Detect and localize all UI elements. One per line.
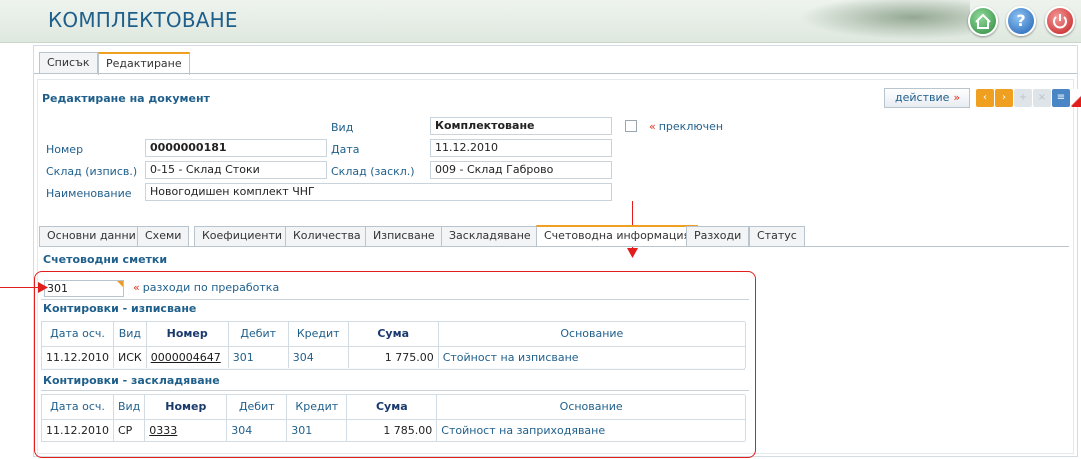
cell-number-link[interactable]: 0000004647 [146, 346, 229, 368]
outflow-table-wrap: Дата осч. Вид Номер Дебит Кредит Сума Ос… [41, 321, 747, 370]
section-separator [41, 299, 749, 300]
col-debit: Дебит [226, 395, 288, 420]
name-label: Наименование [46, 187, 132, 200]
action-button[interactable]: действие» [884, 88, 970, 108]
cell-debit: 301 [228, 346, 289, 368]
account-note-text: разходи по преработка [142, 281, 280, 294]
account-prefix: « [133, 281, 140, 294]
highlight-pointer-head [38, 282, 48, 293]
cell-reason: Стойност на заприходяване [436, 419, 746, 441]
inflow-table-wrap: Дата осч. Вид Номер Дебит Кредит Сума Ос… [41, 394, 746, 442]
type-field[interactable]: Комплектоване [430, 117, 612, 135]
warehouse-in-field[interactable]: 009 - Склад Габрово [430, 161, 612, 179]
app-title: КОМПЛЕКТОВАНЕ [48, 8, 238, 32]
tab-expenses[interactable]: Разходи [686, 226, 750, 246]
table-header-row: Дата осч. Вид Номер Дебит Кредит Сума Ос… [42, 322, 747, 347]
col-amount: Сума [348, 322, 439, 347]
action-arrow: » [953, 91, 961, 104]
cell-amount: 1 775.00 [348, 346, 439, 368]
warehouse-out-field[interactable]: 0-15 - Склад Стоки [145, 161, 327, 179]
tab-inflow[interactable]: Заскладяване [441, 226, 539, 246]
cell-credit: 304 [288, 346, 349, 368]
cell-amount: 1 785.00 [346, 419, 438, 441]
tab-list[interactable]: Списък [39, 52, 98, 74]
col-number: Номер [146, 322, 229, 347]
add-icon[interactable]: + [1014, 89, 1032, 107]
cell-reason: Стойност на изписване [438, 346, 747, 368]
warehouse-out-label: Склад (изписв.) [46, 165, 138, 178]
name-field[interactable]: Новогодишен комплект ЧНГ [145, 183, 612, 201]
accounts-title: Счетоводни сметки [43, 253, 168, 266]
col-date: Дата осч. [42, 395, 114, 420]
page-title: Редактиране на документ [42, 92, 210, 105]
sub-tabs: Основни данни Схеми Коефициенти Количест… [39, 225, 1069, 248]
number-label: Номер [46, 143, 84, 156]
delete-icon[interactable]: × [1033, 89, 1051, 107]
table-header-row: Дата осч. Вид Номер Дебит Кредит Сума Ос… [42, 395, 746, 420]
tab-divider [34, 73, 1077, 74]
cell-kind: ИСК [113, 346, 147, 368]
switched-checkbox[interactable] [625, 120, 637, 132]
account-note: «разходи по преработка [133, 281, 279, 294]
sub-tab-divider [39, 246, 1069, 247]
type-label: Вид [331, 121, 354, 134]
main-container: Списък Редактиране Редактиране на докуме… [33, 45, 1081, 458]
number-field[interactable]: 0000000181 [145, 139, 327, 157]
power-icon[interactable] [1045, 6, 1075, 36]
switched-label: преключен [658, 120, 724, 133]
switched-prefix: « [649, 120, 656, 133]
header-decoration [780, 0, 970, 43]
cell-credit: 301 [286, 419, 348, 441]
date-label: Дата [331, 143, 360, 156]
inflow-table: Дата осч. Вид Номер Дебит Кредит Сума Ос… [42, 395, 746, 441]
highlight-arrow-head [627, 248, 638, 258]
help-icon[interactable]: ? [1006, 6, 1036, 36]
col-date: Дата осч. [42, 322, 114, 347]
table-row[interactable]: 11.12.2010 СР 0333 304 301 1 785.00 Стой… [42, 419, 746, 441]
tab-quantities[interactable]: Количества [285, 226, 369, 246]
col-amount: Сума [346, 395, 438, 420]
app-header: КОМПЛЕКТОВАНЕ ? [0, 0, 1081, 43]
col-reason: Основание [438, 322, 747, 347]
cell-date: 11.12.2010 [42, 346, 114, 368]
date-field[interactable]: 11.12.2010 [430, 139, 612, 157]
section-separator [41, 390, 749, 391]
col-credit: Кредит [286, 395, 348, 420]
tab-edit[interactable]: Редактиране [98, 52, 190, 75]
cell-number-link[interactable]: 0333 [144, 419, 228, 441]
col-reason: Основание [436, 395, 746, 420]
cell-kind: СР [113, 419, 146, 441]
tab-coefficients[interactable]: Коефициенти [194, 226, 291, 246]
tab-status[interactable]: Статус [749, 226, 805, 246]
highlight-pointer-line [0, 287, 40, 288]
prev-icon[interactable]: ‹ [976, 89, 994, 107]
outflow-table: Дата осч. Вид Номер Дебит Кредит Сума Ос… [42, 322, 747, 368]
tab-accounting[interactable]: Счетоводна информация [536, 225, 699, 246]
col-credit: Кредит [288, 322, 349, 347]
account-code-field[interactable]: 301 [44, 280, 124, 297]
table-row[interactable]: 11.12.2010 ИСК 0000004647 301 304 1 775.… [42, 346, 747, 368]
col-kind: Вид [113, 395, 146, 420]
col-debit: Дебит [228, 322, 289, 347]
print-icon[interactable]: ≡ [1052, 89, 1070, 107]
action-label: действие [895, 91, 950, 104]
inflow-title: Контировки - заскладяване [43, 374, 220, 387]
col-kind: Вид [113, 322, 147, 347]
cell-debit: 304 [226, 419, 288, 441]
outflow-title: Контировки - изписване [43, 302, 197, 315]
warehouse-in-label: Склад (заскл.) [331, 165, 415, 178]
tab-outflow[interactable]: Изписване [365, 226, 443, 246]
col-number: Номер [144, 395, 228, 420]
clear-icon[interactable] [1071, 89, 1081, 107]
tab-basic-data[interactable]: Основни данни [39, 226, 144, 246]
home-icon[interactable] [968, 6, 998, 36]
next-icon[interactable]: › [995, 89, 1013, 107]
field-corner-marker [117, 281, 123, 287]
cell-date: 11.12.2010 [42, 419, 114, 441]
account-code-value: 301 [47, 282, 68, 295]
switched-note: «преключен [649, 120, 723, 133]
tab-schemes[interactable]: Схеми [137, 226, 190, 246]
